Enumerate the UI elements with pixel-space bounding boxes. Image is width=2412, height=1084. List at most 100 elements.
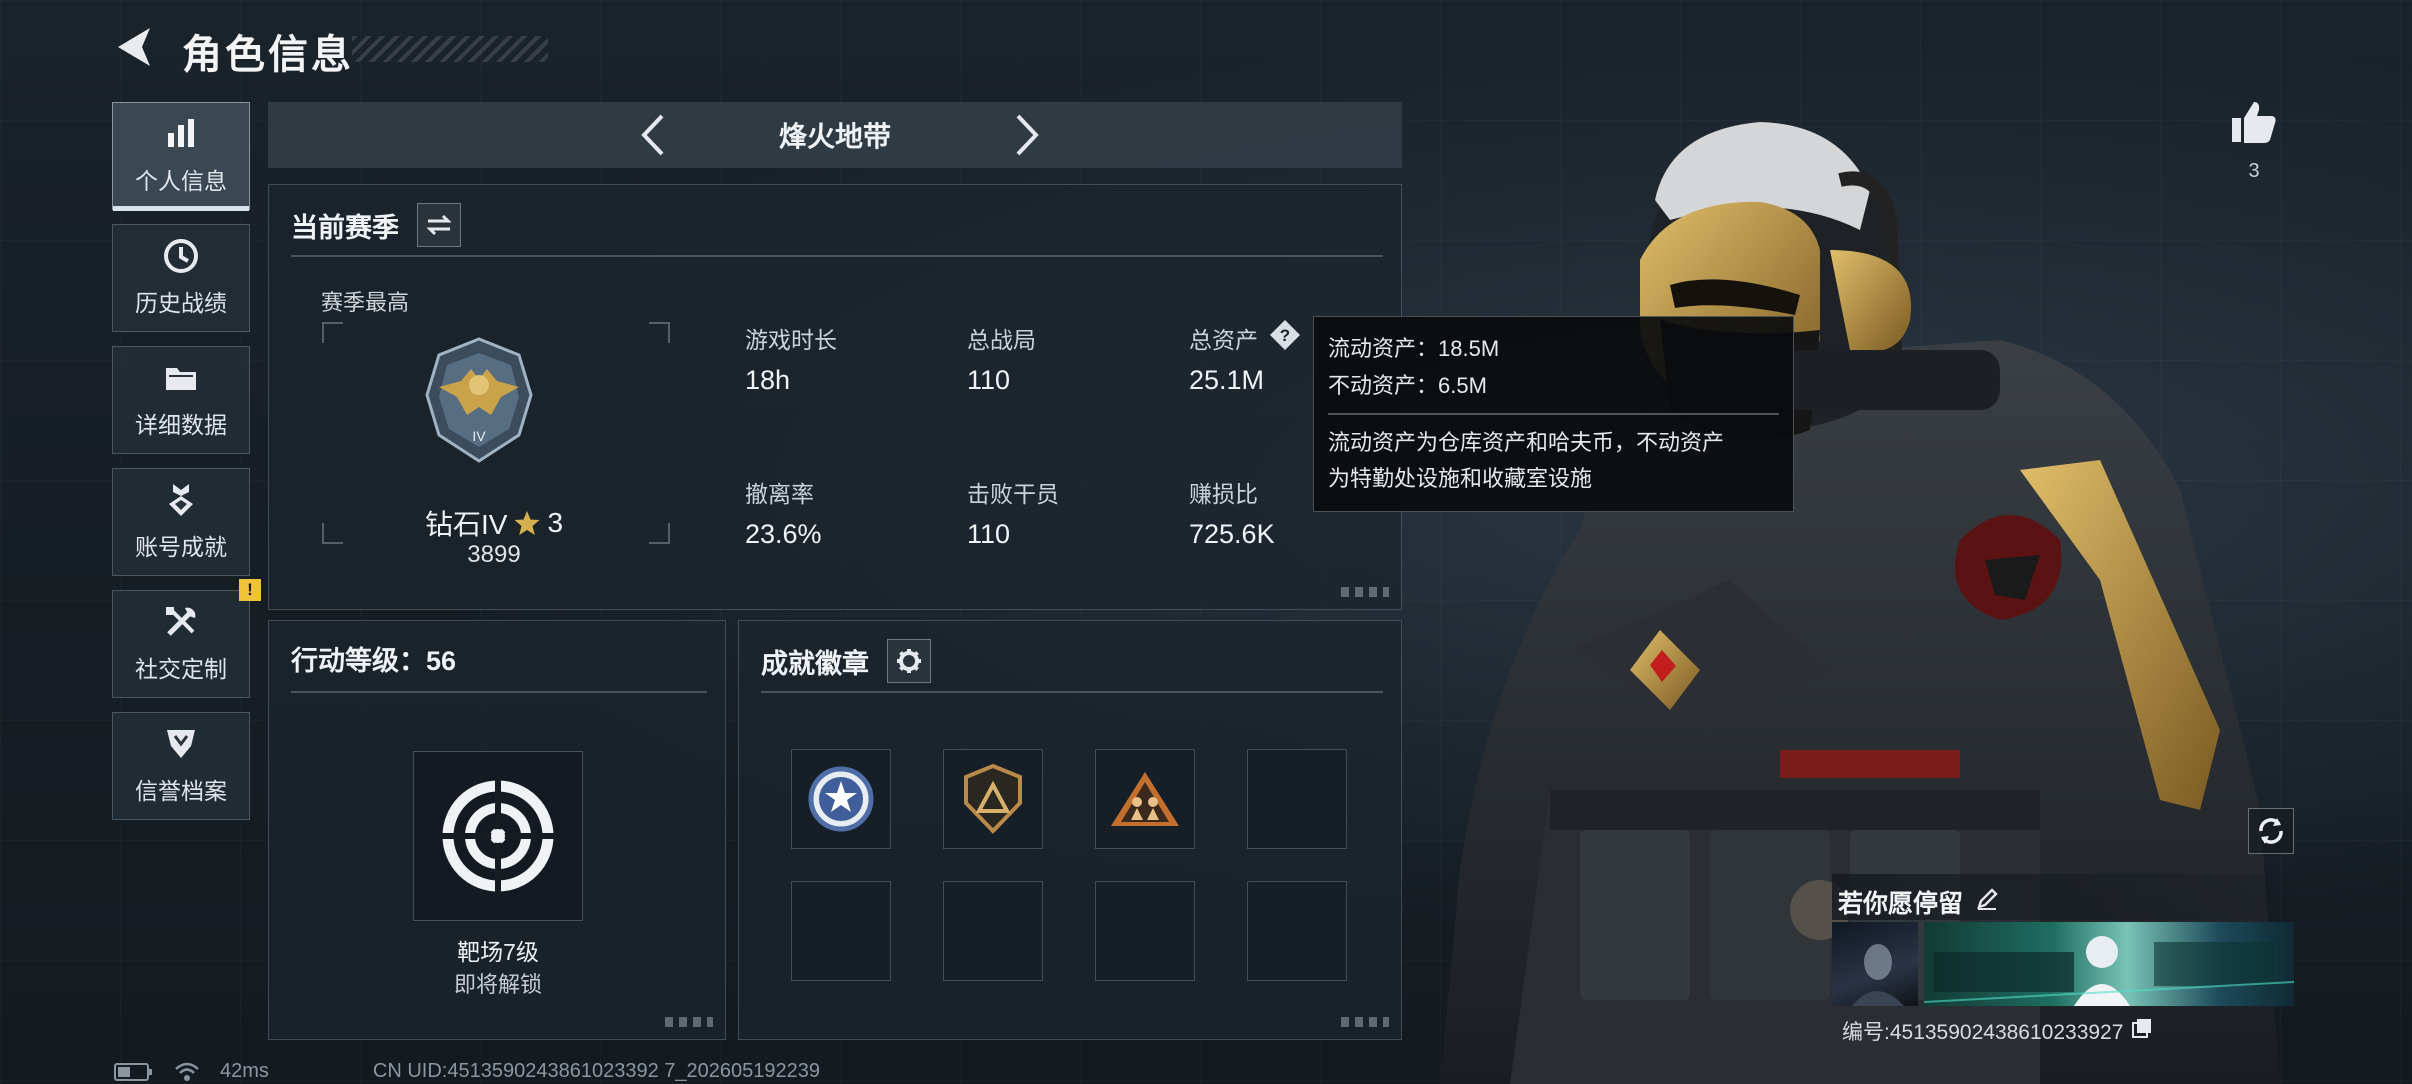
gear-icon <box>897 649 921 673</box>
sidebar-item-social-custom[interactable]: 社交定制 ! <box>112 579 261 698</box>
player-id-row: 编号:451359024386102339​27 <box>1842 1016 2153 1046</box>
wifi-icon <box>175 1062 199 1081</box>
achievements-panel: 成就徽章 <box>738 620 1402 1040</box>
achievement-badge-slot[interactable] <box>791 749 891 849</box>
achievement-badge-slot[interactable] <box>1247 749 1347 849</box>
stat-label-profit-ratio: 赚损比 <box>1189 481 1258 507</box>
name-card-banner <box>1924 922 2294 1006</box>
history-clock-icon <box>163 238 199 274</box>
stat-value-playtime: 18h <box>745 365 791 395</box>
mode-selector: 烽火地带 <box>268 102 1402 168</box>
stat-label-extraction-rate: 撤离率 <box>745 481 814 507</box>
help-button[interactable]: ? <box>1269 319 1301 351</box>
sidebar-item-label: 信誉档案 <box>135 778 227 804</box>
assets-tooltip: 流动资产：18.5M 不动资产：6.5M 流动资产为仓库资产和哈夫币，不动资产 … <box>1313 316 1794 512</box>
tools-icon <box>163 604 199 640</box>
svg-text:?: ? <box>1280 326 1290 345</box>
stat-label-playtime: 游戏时长 <box>745 327 837 353</box>
nickname-row: 若你愿停留 <box>1838 884 1999 920</box>
stat-value-extraction-rate: 23.6% <box>745 519 822 549</box>
like-button[interactable] <box>2228 96 2280 148</box>
mode-name: 烽火地带 <box>778 121 891 152</box>
corner-decoration <box>1341 587 1389 597</box>
rank-stars: 3 <box>547 507 564 538</box>
season-best-label: 赛季最高 <box>321 290 410 315</box>
player-nickname: 若你愿停留 <box>1838 890 1964 918</box>
sidebar-item-label: 账号成就 <box>135 534 227 560</box>
copy-id-button[interactable] <box>2131 1017 2153 1045</box>
ping: 42ms <box>220 1060 269 1082</box>
name-card[interactable] <box>1832 922 2294 1006</box>
battery-icon <box>114 1062 152 1081</box>
stat-value-profit-ratio: 725.6K <box>1189 519 1275 549</box>
season-panel: 当前赛季 赛季最高 IV 钻石IV 3 3899 游戏时长 18h 总战局 11… <box>268 184 1402 610</box>
action-level-panel: 行动等级：56 靶场7级 即将解锁 <box>268 620 726 1040</box>
sidebar-item-label: 个人信息 <box>135 168 227 194</box>
divider <box>761 691 1383 693</box>
rank-emblem-icon: IV <box>425 337 533 463</box>
stat-value-kills: 110 <box>967 519 1011 549</box>
sidebar-item-detailed-data[interactable]: 详细数据 <box>112 346 250 454</box>
copy-icon <box>2132 1019 2152 1038</box>
achievements-settings-button[interactable] <box>887 639 931 683</box>
achievement-badge-slot[interactable] <box>1095 881 1195 981</box>
uid-text: CN UID:4513590243861023392 7_20260519223… <box>372 1060 820 1082</box>
achievement-badge-slot[interactable] <box>1247 881 1347 981</box>
achievement-badge-slot[interactable] <box>943 881 1043 981</box>
squad-triangle-badge-icon <box>1111 772 1179 826</box>
sidebar-item-label: 历史战绩 <box>135 290 227 316</box>
divider <box>291 691 707 693</box>
notification-badge: ! <box>239 579 261 601</box>
range-level-item[interactable] <box>413 751 583 921</box>
star-badge-icon <box>808 766 874 832</box>
thumbs-up-icon <box>2232 102 2276 143</box>
stat-value-total-matches: 110 <box>967 365 1011 395</box>
player-id: 编号:451359024386102339​27 <box>1842 1021 2124 1044</box>
mode-prev-button[interactable] <box>630 112 676 158</box>
star-icon <box>514 511 540 535</box>
sidebar-item-reputation[interactable]: 信誉档案 <box>112 712 250 820</box>
divider <box>291 255 1383 257</box>
rotate-icon <box>2259 818 2283 844</box>
stat-label-total-matches: 总战局 <box>967 327 1036 353</box>
tooltip-description-line1: 流动资产为仓库资产和哈夫币，不动资产 <box>1328 429 1725 455</box>
rank-emblem-text: IV <box>472 428 486 444</box>
back-button[interactable] <box>112 24 158 70</box>
stat-label-total-assets: 总资产 <box>1189 327 1258 353</box>
status-bar: 42ms CN UID:4513590243861023392 7_202605… <box>114 1060 820 1083</box>
chevron-left-icon <box>641 114 664 156</box>
stat-value-total-assets: 25.1M <box>1189 365 1265 395</box>
bar-chart-icon <box>163 116 199 152</box>
range-level-name: 靶场7级 <box>457 939 539 965</box>
range-level-status: 即将解锁 <box>453 972 542 997</box>
rotate-model-button[interactable] <box>2248 808 2294 854</box>
sidebar-item-label: 详细数据 <box>135 412 227 438</box>
achievements-title: 成就徽章 <box>761 648 869 679</box>
corner-decoration <box>1341 1017 1389 1027</box>
tooltip-liquid-assets: 流动资产：18.5M <box>1328 336 1500 361</box>
like-count: 3 <box>2248 160 2260 182</box>
achievement-badge-slot[interactable] <box>1095 749 1195 849</box>
sidebar-item-history[interactable]: 历史战绩 <box>112 224 250 332</box>
tooltip-description-line2: 为特勤处设施和收藏室设施 <box>1328 465 1593 491</box>
rank-display: 钻石IV 3 <box>419 503 569 543</box>
sidebar-item-achievements[interactable]: 账号成就 <box>112 468 250 576</box>
season-panel-header: 当前赛季 <box>291 203 461 247</box>
mode-next-button[interactable] <box>1004 112 1050 158</box>
target-icon <box>440 778 556 894</box>
shield-emblem-icon <box>163 726 199 762</box>
achievement-badge-slot[interactable] <box>943 749 1043 849</box>
swap-icon <box>426 214 452 236</box>
triangle-shield-badge-icon <box>964 763 1022 834</box>
avatar <box>1832 922 1918 1006</box>
achievement-badge-slot[interactable] <box>791 881 891 981</box>
rank-name: 钻石IV <box>424 509 508 540</box>
sidebar-item-personal-info[interactable]: 个人信息 <box>112 102 250 211</box>
rank-points: 3899 <box>467 541 521 568</box>
achievements-panel-header: 成就徽章 <box>761 639 931 683</box>
season-switch-button[interactable] <box>417 203 461 247</box>
stat-label-kills: 击败干员 <box>967 481 1059 507</box>
page-title: 角色信息 <box>182 33 354 77</box>
edit-nickname-button[interactable] <box>1975 887 1999 918</box>
medal-icon <box>163 482 199 518</box>
